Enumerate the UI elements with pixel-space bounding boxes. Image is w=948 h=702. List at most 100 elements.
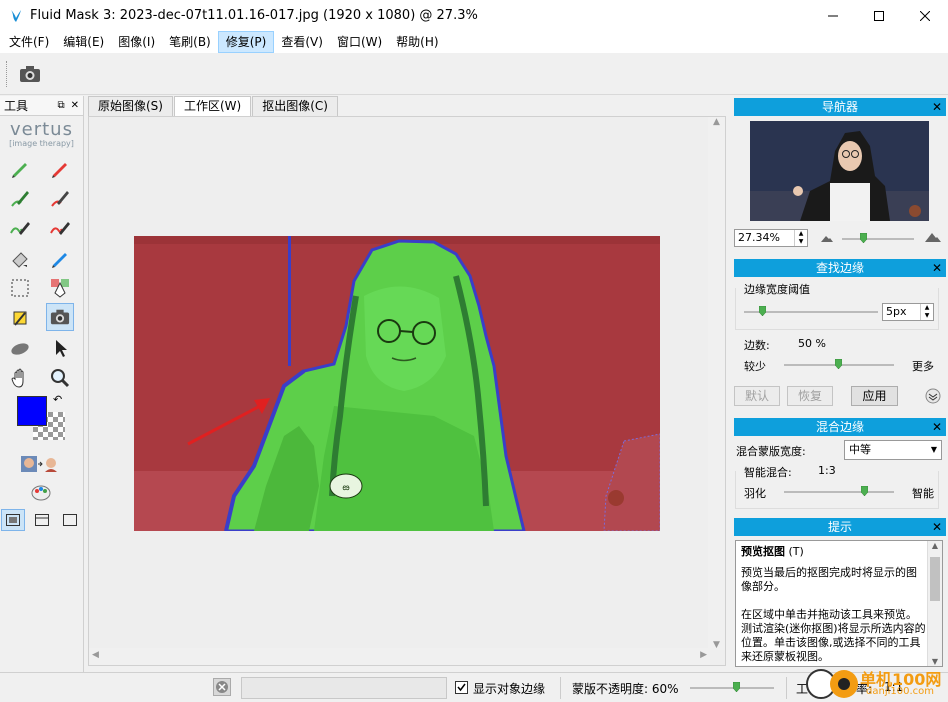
stop-icon[interactable]: [213, 678, 231, 696]
menu-edit[interactable]: 编辑(E): [56, 31, 111, 53]
hint-scrollbar[interactable]: ▲ ▼: [927, 541, 942, 666]
close-navigator-icon[interactable]: ✕: [932, 98, 942, 116]
camera-icon[interactable]: [18, 63, 42, 85]
apply-button[interactable]: 应用: [851, 386, 898, 406]
toolbar-grip[interactable]: [6, 61, 8, 87]
menu-bar: 文件(F) 编辑(E) 图像(I) 笔刷(B) 修复(P) 查看(V) 窗口(W…: [0, 31, 948, 53]
compare-tool[interactable]: [18, 450, 62, 478]
view-mode-1-button[interactable]: [1, 509, 25, 531]
zoom-out-mountain-icon[interactable]: [820, 233, 834, 243]
scroll-down-icon[interactable]: ▼: [708, 640, 725, 650]
minimize-button[interactable]: [810, 0, 856, 31]
float-panel-icon[interactable]: ⧉: [57, 100, 64, 111]
tab-workspace[interactable]: 工作区(W): [173, 96, 252, 117]
scroll-up-icon[interactable]: ▲: [708, 117, 725, 127]
patch-tool[interactable]: [46, 244, 74, 272]
magic-tool[interactable]: [6, 304, 34, 332]
zoom-slider-thumb[interactable]: [860, 233, 867, 243]
magnifier-icon: [51, 369, 70, 388]
navigator-thumbnail[interactable]: [750, 121, 929, 221]
hint-scroll-thumb[interactable]: [930, 557, 940, 601]
find-edges-title: 查找边缘: [815, 261, 864, 275]
menu-image[interactable]: 图像(I): [111, 31, 162, 53]
view-full-icon: [63, 514, 77, 526]
edge-width-spin-icon[interactable]: ▲ ▼: [920, 304, 933, 320]
zoom-slider[interactable]: [842, 238, 914, 240]
mask-opacity-slider-thumb[interactable]: [733, 682, 740, 692]
maximize-button[interactable]: [856, 0, 902, 31]
menu-help[interactable]: 帮助(H): [389, 31, 445, 53]
menu-brush[interactable]: 笔刷(B): [162, 31, 218, 53]
tab-original[interactable]: 原始图像(S): [88, 96, 173, 116]
default-button[interactable]: 默认: [734, 386, 780, 406]
scroll-right-icon[interactable]: ▶: [700, 650, 707, 660]
edge-width-slider-thumb[interactable]: [759, 306, 766, 316]
view-image-icon: [6, 514, 20, 526]
vertical-scrollbar[interactable]: ▲ ▼: [708, 117, 725, 650]
close-find-edges-icon[interactable]: ✕: [932, 259, 942, 277]
zoom-value: 27.34%: [738, 231, 780, 244]
foreground-color-swatch[interactable]: [17, 396, 47, 426]
menu-window[interactable]: 窗口(W): [330, 31, 389, 53]
smart-blend-slider[interactable]: [784, 491, 894, 493]
zoom-tool[interactable]: [46, 364, 74, 392]
tab-cutout[interactable]: 抠出图像(C): [252, 96, 338, 116]
mask-opacity-label: 蒙版不透明度: 60%: [572, 682, 679, 696]
edge-width-input[interactable]: 5px ▲ ▼: [882, 303, 934, 321]
smudge-tool[interactable]: [6, 334, 34, 362]
pointer-tool[interactable]: [46, 334, 74, 362]
preview-cutout-tool[interactable]: [46, 303, 74, 331]
mask-opacity-slider[interactable]: [690, 687, 774, 689]
mask-width-value: 中等: [849, 443, 871, 456]
keep-local-tool[interactable]: [6, 184, 34, 212]
pen-fill-tool[interactable]: [46, 274, 74, 302]
mask-width-label: 混合蒙版宽度:: [736, 445, 806, 458]
smart-blend-slider-thumb[interactable]: [861, 486, 868, 496]
hand-tool[interactable]: [6, 364, 34, 392]
drop-detail-tool[interactable]: [46, 214, 74, 242]
image-canvas[interactable]: ఴ: [134, 236, 660, 531]
zoom-in-mountain-icon[interactable]: [924, 231, 942, 243]
close-blend-edges-icon[interactable]: ✕: [932, 418, 942, 436]
edge-count-value: 50 %: [798, 337, 826, 350]
show-edges-checkbox[interactable]: [455, 681, 468, 694]
swap-colors-icon[interactable]: ↶: [53, 393, 62, 406]
edge-count-slider-thumb[interactable]: [835, 359, 842, 369]
eraser-tool[interactable]: [6, 244, 34, 272]
menu-repair[interactable]: 修复(P): [217, 31, 275, 53]
mask-width-select[interactable]: 中等 ▼: [844, 440, 942, 460]
feather-label: 羽化: [744, 487, 766, 500]
hint-content: 预览抠图 (T) 预览当最后的抠图完成时将显示的图像部分。 在区域中单击并拖动该…: [735, 540, 943, 667]
drop-local-tool[interactable]: [46, 184, 74, 212]
close-panel-icon[interactable]: ✕: [71, 100, 79, 111]
status-divider: [560, 677, 561, 699]
close-button[interactable]: [902, 0, 948, 31]
watermark-logo-icon: [806, 669, 858, 699]
palette-tool[interactable]: [27, 479, 55, 507]
drop-brush-tool[interactable]: [46, 154, 74, 182]
edge-count-label: 边数:: [744, 339, 770, 352]
keep-detail-tool[interactable]: [6, 214, 34, 242]
view-mode-2-button[interactable]: [30, 509, 54, 531]
zoom-spin-icon[interactable]: ▲ ▼: [794, 230, 807, 246]
selection-tool[interactable]: [6, 274, 34, 302]
find-edges-panel: 查找边缘 ✕ 边缘宽度阈值 5px ▲ ▼ 边数: 50 % 较少 更多 默认 恢…: [734, 259, 946, 414]
menu-file[interactable]: 文件(F): [2, 31, 56, 53]
green-pencil-icon: [12, 163, 27, 178]
keep-brush-tool[interactable]: [6, 154, 34, 182]
menu-view[interactable]: 查看(V): [274, 31, 330, 53]
camera-icon: [50, 309, 70, 325]
horizontal-scrollbar[interactable]: ◀ ▶: [89, 648, 710, 665]
view-mode-3-button[interactable]: [58, 509, 82, 531]
maximize-icon: [874, 10, 884, 21]
palette-icon: [31, 485, 51, 501]
hint-scroll-up-icon[interactable]: ▲: [928, 541, 942, 550]
scroll-left-icon[interactable]: ◀: [92, 650, 99, 660]
blend-edges-panel: 混合边缘 ✕ 混合蒙版宽度: 中等 ▼ 智能混合: 1:3 羽化 智能: [734, 418, 946, 516]
restore-button[interactable]: 恢复: [787, 386, 833, 406]
marquee-icon: [11, 279, 29, 297]
expand-chevron-icon[interactable]: [925, 388, 941, 404]
close-hints-icon[interactable]: ✕: [932, 518, 942, 536]
window-title: Fluid Mask 3: 2023-dec-07t11.01.16-017.j…: [30, 8, 478, 23]
zoom-value-input[interactable]: 27.34% ▲ ▼: [734, 229, 808, 247]
